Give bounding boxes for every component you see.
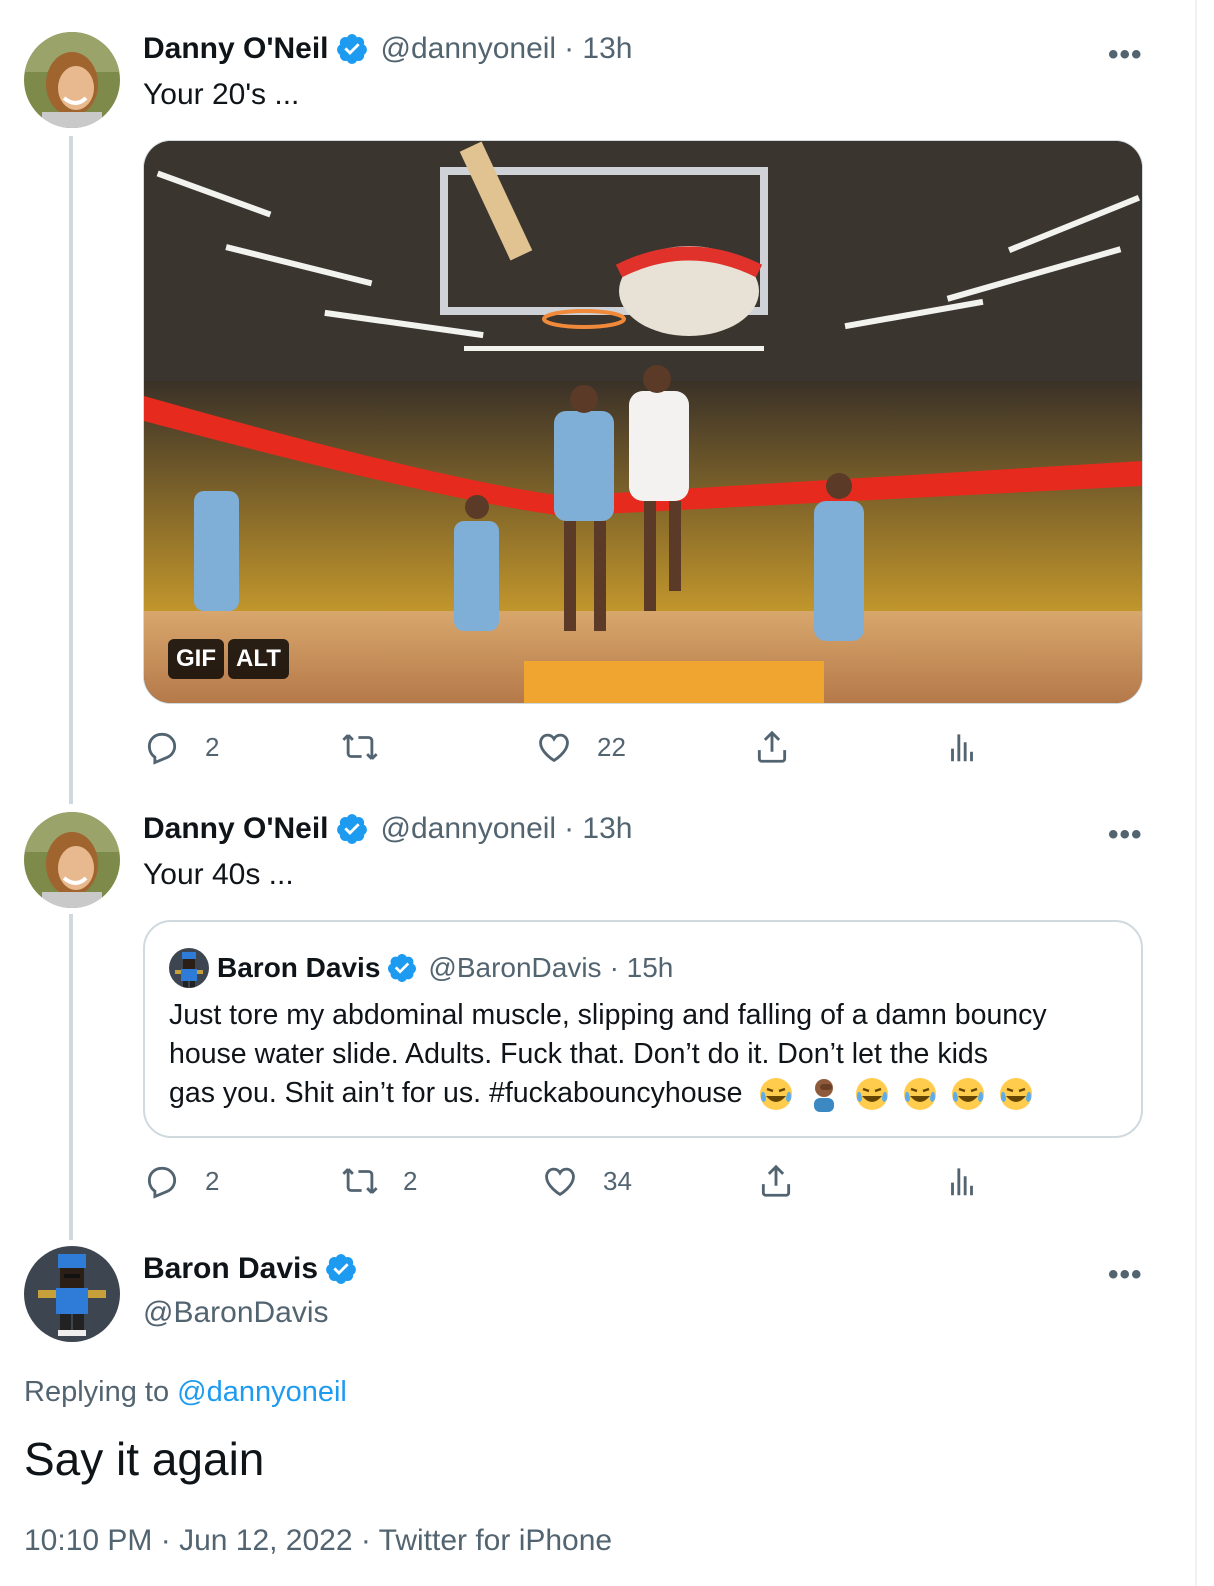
tears-of-joy-emoji-icon xyxy=(760,1078,793,1111)
tweet-actions: 2 22 xyxy=(143,728,1143,778)
verified-badge-icon xyxy=(336,34,367,64)
heart-icon xyxy=(545,1167,575,1197)
quoted-text-line: gas you. Shit ain’t for us. #fuckabouncy… xyxy=(169,1077,743,1109)
replying-to-handle-link[interactable]: @dannyoneil xyxy=(177,1376,347,1408)
quoted-text-line: Just tore my abdominal muscle, slipping … xyxy=(169,999,1047,1031)
reply-icon xyxy=(147,732,177,765)
quoted-text-line-with-emoji: gas you. Shit ain’t for us. #fuckabouncy… xyxy=(169,1074,1109,1113)
quoted-timestamp: · 15h xyxy=(609,952,674,983)
alt-text-badge[interactable]: ALT xyxy=(228,639,289,679)
main-tweet-text: Say it again xyxy=(24,1433,265,1485)
basketball-gif-image xyxy=(144,141,1142,703)
like-button[interactable]: 22 xyxy=(535,728,626,766)
author-name[interactable]: Baron Davis xyxy=(143,1252,318,1286)
like-button[interactable]: 34 xyxy=(541,1162,632,1200)
tweet-actions: 2 2 34 xyxy=(143,1162,1143,1212)
avatar[interactable] xyxy=(24,1246,120,1342)
author-name[interactable]: Danny O'Neil xyxy=(143,32,329,66)
like-count: 34 xyxy=(603,1165,632,1196)
more-options-icon[interactable]: ••• xyxy=(1108,38,1143,72)
author-handle[interactable]: @dannyoneil xyxy=(381,32,557,66)
quoted-avatar xyxy=(169,948,209,988)
quoted-tweet-header: Baron Davis @BaronDavis · 15h xyxy=(169,948,673,988)
avatar[interactable] xyxy=(24,812,120,908)
quoted-tweet-text: Just tore my abdominal muscle, slipping … xyxy=(169,996,1109,1113)
share-button[interactable] xyxy=(753,728,791,766)
retweet-icon xyxy=(342,734,378,760)
tears-of-joy-emoji-icon xyxy=(1000,1078,1033,1111)
tweet-text: Your 40s ... xyxy=(143,858,294,891)
retweet-icon xyxy=(342,1168,378,1194)
verified-badge-icon xyxy=(388,954,417,982)
quoted-tweet[interactable]: Baron Davis @BaronDavis · 15h Just tore … xyxy=(143,920,1143,1138)
column-border xyxy=(1195,0,1197,1586)
replying-to-label: Replying to xyxy=(24,1376,170,1408)
reply-count: 2 xyxy=(205,731,220,762)
quoted-author-name: Baron Davis xyxy=(217,952,381,983)
more-options-icon[interactable]: ••• xyxy=(1108,818,1143,852)
quoted-text-line: house water slide. Adults. Fuck that. Do… xyxy=(169,1038,988,1070)
tears-of-joy-emoji-icon xyxy=(856,1078,889,1111)
tweet-header: Baron Davis xyxy=(143,1252,370,1286)
timestamp[interactable]: · 13h xyxy=(564,32,632,66)
tweet-meta[interactable]: 10:10 PM · Jun 12, 2022 · Twitter for iP… xyxy=(24,1524,612,1558)
tweet-header: Danny O'Neil @dannyoneil · 13h xyxy=(143,812,632,846)
share-button[interactable] xyxy=(757,1162,795,1200)
timestamp[interactable]: · 13h xyxy=(564,812,632,846)
retweet-button[interactable]: 2 xyxy=(341,1162,417,1200)
share-icon xyxy=(757,730,787,763)
tweet-header: Danny O'Neil @dannyoneil · 13h xyxy=(143,32,632,66)
author-handle[interactable]: @dannyoneil xyxy=(381,812,557,846)
author-handle[interactable]: @BaronDavis xyxy=(143,1296,329,1330)
reply-button[interactable]: 2 xyxy=(143,1162,219,1200)
media-badges: GIF ALT xyxy=(168,639,289,679)
more-options-icon[interactable]: ••• xyxy=(1108,1258,1143,1292)
quoted-author-handle: @BaronDavis xyxy=(428,952,602,983)
avatar[interactable] xyxy=(24,32,120,128)
tweet-1[interactable]: Danny O'Neil @dannyoneil · 13h ••• Your … xyxy=(0,0,1190,804)
thread-line xyxy=(69,914,73,1240)
gif-media[interactable]: GIF ALT xyxy=(143,140,1143,704)
analytics-icon xyxy=(951,734,973,762)
retweet-count: 2 xyxy=(403,1165,418,1196)
reply-icon xyxy=(147,1166,177,1199)
verified-badge-icon xyxy=(326,1254,356,1284)
author-name[interactable]: Danny O'Neil xyxy=(143,812,329,846)
thread-line xyxy=(69,136,73,804)
replying-to: Replying to @dannyoneil xyxy=(24,1376,347,1409)
tears-of-joy-emoji-icon xyxy=(904,1078,937,1111)
reply-count: 2 xyxy=(205,1165,220,1196)
verified-badge-icon xyxy=(336,814,367,844)
share-icon xyxy=(761,1164,791,1197)
like-count: 22 xyxy=(597,731,626,762)
gif-badge: GIF xyxy=(168,639,224,679)
tears-of-joy-emoji-icon xyxy=(952,1078,985,1111)
heart-icon xyxy=(539,733,569,763)
analytics-button[interactable] xyxy=(943,728,981,766)
analytics-icon xyxy=(951,1168,973,1196)
analytics-button[interactable] xyxy=(943,1162,981,1200)
reply-button[interactable]: 2 xyxy=(143,728,219,766)
tweet-text: Your 20's ... xyxy=(143,78,300,111)
man-facepalming-emoji-icon xyxy=(814,1079,835,1113)
retweet-button[interactable] xyxy=(341,728,403,766)
